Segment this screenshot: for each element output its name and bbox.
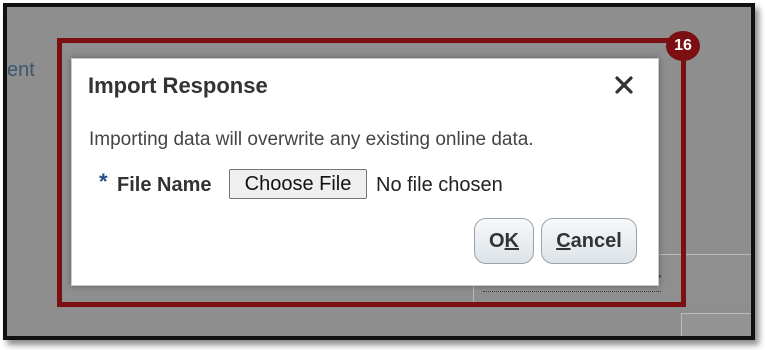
cancel-label-mnemonic: C: [556, 229, 571, 252]
ok-button[interactable]: OK: [474, 218, 534, 264]
file-status-text: No file chosen: [376, 174, 503, 196]
choose-file-button[interactable]: Choose File: [229, 169, 367, 199]
background-field: [681, 313, 751, 336]
dialog-title: Import Response: [88, 73, 268, 98]
required-indicator: *: [99, 169, 108, 194]
close-button[interactable]: [610, 71, 638, 99]
dialog-message: Importing data will overwrite any existi…: [89, 129, 534, 150]
cancel-label-post: ancel: [570, 229, 622, 252]
step-number-badge: 16: [666, 31, 700, 61]
ok-label-pre: O: [488, 229, 505, 252]
close-icon: [615, 76, 633, 94]
cancel-button[interactable]: Cancel: [541, 218, 637, 264]
file-name-label: File Name: [117, 174, 212, 196]
import-response-dialog: Import Response Importing data will over…: [71, 58, 659, 286]
ok-label-mnemonic: K: [504, 229, 519, 252]
screenshot-frame: ent Reference Number 16 Import Response …: [3, 3, 755, 340]
background-partial-text: ent: [7, 59, 35, 81]
